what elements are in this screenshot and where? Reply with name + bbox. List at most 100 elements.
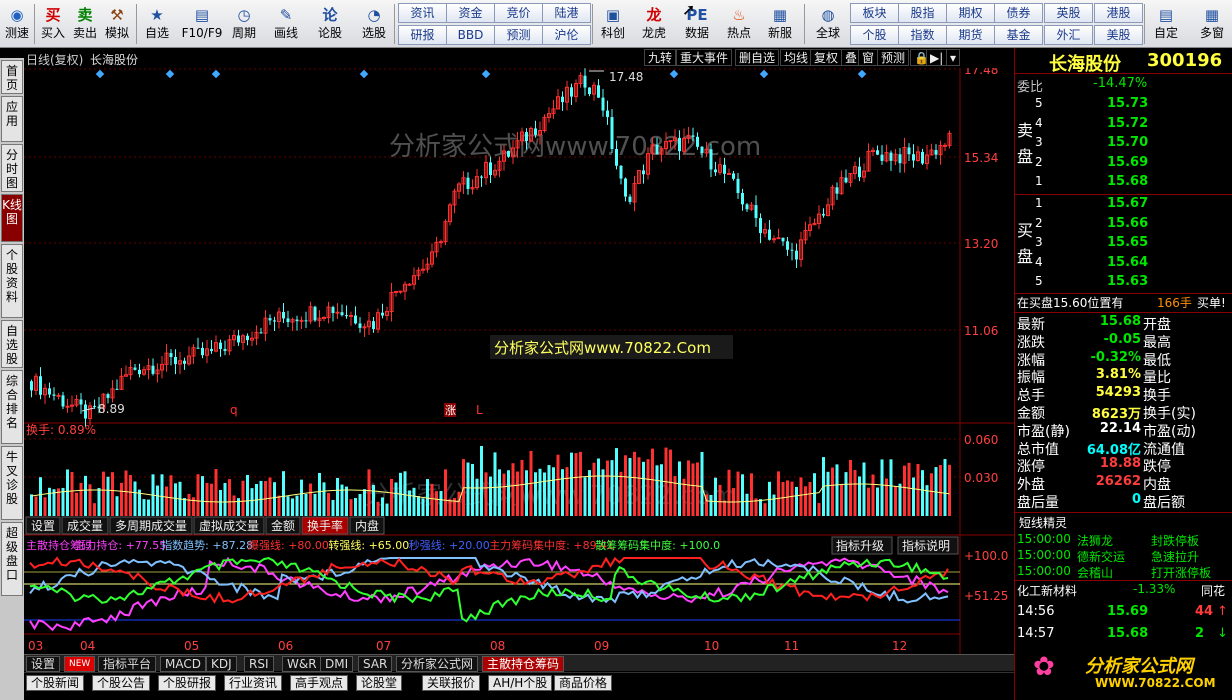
- short-elf-header[interactable]: 短线精灵: [1015, 512, 1232, 532]
- toolbar-button-16[interactable]: ▤ 自定: [1148, 2, 1184, 46]
- toolbar-button-17[interactable]: ▦ 多窗: [1194, 2, 1230, 46]
- candle-body-down: [745, 204, 749, 210]
- chart-header-button[interactable]: 重大事件: [676, 49, 733, 66]
- quick-button[interactable]: 英股: [1044, 3, 1093, 23]
- chart-header-button[interactable]: 复权: [810, 49, 843, 66]
- ask-row[interactable]: 3 15.70: [1015, 135, 1232, 154]
- volume-bar: [633, 451, 636, 516]
- left-tab[interactable]: 自选股: [1, 320, 23, 368]
- toolbar-button-10[interactable]: ▣ 科创: [596, 2, 630, 46]
- footer-tab[interactable]: 关联报价: [422, 675, 481, 691]
- quick-button[interactable]: 美股: [1094, 25, 1143, 45]
- quick-button[interactable]: 资讯: [398, 3, 447, 23]
- left-tab[interactable]: K线图: [1, 194, 23, 242]
- footer-tab[interactable]: 个股新闻: [26, 675, 85, 691]
- toolbar-button-15[interactable]: ◍ 全球: [808, 2, 848, 46]
- chart-header-button[interactable]: 删自选: [735, 49, 780, 66]
- toolbar-button-0[interactable]: ◉ 测速: [2, 2, 32, 46]
- bid-row[interactable]: 1 15.67: [1015, 196, 1232, 215]
- quick-button[interactable]: 板块: [850, 3, 899, 23]
- footer-tab[interactable]: AH/H个股: [488, 675, 553, 691]
- toolbar-button-7[interactable]: ✎ 画线: [268, 2, 304, 46]
- chart-header-button[interactable]: 均线: [780, 49, 813, 66]
- indicator-tab[interactable]: W&R: [282, 656, 322, 672]
- quick-button[interactable]: 指数: [898, 25, 947, 45]
- footer-tab[interactable]: 行业资讯: [224, 675, 283, 691]
- bid-row[interactable]: 4 15.64: [1015, 255, 1232, 274]
- toolbar-button-4[interactable]: ★ 自选: [140, 2, 174, 46]
- weibi-label: 委比: [1017, 80, 1044, 95]
- left-tab[interactable]: 应用: [1, 96, 23, 142]
- quote-stat-row: 涨幅 -0.32% 最低: [1015, 350, 1232, 369]
- candle-body-down: [115, 388, 119, 390]
- toolbar-button-1[interactable]: 买买入: [38, 2, 68, 46]
- volume-bar: [759, 499, 762, 516]
- quick-button[interactable]: 沪伦: [542, 25, 591, 45]
- quick-button[interactable]: 基金: [994, 25, 1043, 45]
- indicator-tab[interactable]: MACD: [160, 656, 206, 672]
- quick-button[interactable]: 港股: [1094, 3, 1143, 23]
- chart-header-button[interactable]: ▶|: [926, 49, 948, 66]
- left-tab[interactable]: 分时图: [1, 144, 23, 192]
- ask-row[interactable]: 1 15.68: [1015, 174, 1232, 193]
- quick-button[interactable]: 债券: [994, 3, 1043, 23]
- left-tab[interactable]: 牛叉诊股: [1, 446, 23, 520]
- quick-button[interactable]: BBD: [446, 25, 495, 45]
- indicator-tab[interactable]: DMI: [320, 656, 354, 672]
- candle-body-down: [93, 405, 96, 407]
- quick-button[interactable]: 外汇: [1044, 25, 1093, 45]
- left-tab[interactable]: 超级盘口: [1, 522, 23, 596]
- left-tab[interactable]: 首页: [1, 60, 23, 94]
- toolbar-button-13[interactable]: ♨ 热点: [722, 2, 756, 46]
- indicator-tab[interactable]: 指标平台: [98, 656, 157, 672]
- bid-row[interactable]: 2 15.66: [1015, 216, 1232, 235]
- toolbar-button-5[interactable]: ▤ F10/F9: [180, 2, 224, 46]
- volume-bar: [79, 482, 83, 516]
- chart-header-button[interactable]: 预测: [877, 49, 910, 66]
- chart-header-button[interactable]: ▾: [946, 49, 961, 66]
- footer-tab[interactable]: 商品价格: [554, 675, 613, 691]
- volume-bar: [790, 481, 794, 516]
- quick-button[interactable]: 研报: [398, 25, 447, 45]
- candle-body-up: [439, 241, 443, 244]
- footer-tab[interactable]: 高手观点: [290, 675, 349, 691]
- ask-row[interactable]: 2 15.69: [1015, 155, 1232, 174]
- quick-button[interactable]: 预测: [494, 25, 543, 45]
- indicator-tab[interactable]: KDJ: [206, 656, 237, 672]
- bid-row[interactable]: 3 15.65: [1015, 235, 1232, 254]
- quick-button[interactable]: 股指: [898, 3, 947, 23]
- toolbar-button-3[interactable]: ⚒ 模拟: [102, 2, 132, 46]
- quick-button[interactable]: 期权: [946, 3, 995, 23]
- toolbar-button-9[interactable]: ◔ 选股: [354, 2, 394, 46]
- chart-header-button[interactable]: 九转: [644, 49, 677, 66]
- toolbar-separator: [592, 4, 593, 44]
- toolbar-button-8[interactable]: 论论股: [312, 2, 348, 46]
- quick-button[interactable]: 资金: [446, 3, 495, 23]
- toolbar-button-11[interactable]: 龙龙虎: [636, 2, 672, 46]
- new-badge[interactable]: NEW: [64, 656, 96, 672]
- ask-row[interactable]: 4 15.72: [1015, 116, 1232, 135]
- quick-button[interactable]: 期货: [946, 25, 995, 45]
- chart-header-button[interactable]: 窗: [858, 49, 879, 66]
- footer-tab[interactable]: 个股研报: [158, 675, 217, 691]
- kline-chart-area[interactable]: 17.48 15.34 13.20 11.06 分析家公式网www.70822.com 分…: [24, 68, 1014, 672]
- indicator-tab[interactable]: 设置: [26, 656, 61, 672]
- indicator-tab[interactable]: SAR: [358, 656, 393, 672]
- toolbar-button-6[interactable]: ◷ 周期: [226, 2, 262, 46]
- indicator-tab[interactable]: 分析家公式网: [396, 656, 479, 672]
- toolbar-button-2[interactable]: 卖卖出: [70, 2, 100, 46]
- left-tab[interactable]: 个股资料: [1, 244, 23, 318]
- quick-button[interactable]: 陆港: [542, 3, 591, 23]
- indicator-tab[interactable]: RSI: [244, 656, 274, 672]
- footer-tab[interactable]: 论股堂: [356, 675, 403, 691]
- toolbar-button-14[interactable]: ▦ 新服: [762, 2, 798, 46]
- indicator-tab[interactable]: 主散持仓筹码: [482, 656, 565, 672]
- quick-button[interactable]: 个股: [850, 25, 899, 45]
- quick-button[interactable]: 竞价: [494, 3, 543, 23]
- ask-row[interactable]: 5 15.73: [1015, 96, 1232, 115]
- footer-tab[interactable]: 个股公告: [92, 675, 151, 691]
- left-tab[interactable]: 综合排名: [1, 370, 23, 444]
- sector-row[interactable]: 化工新材料 -1.33% 同花: [1015, 580, 1232, 600]
- bid-row[interactable]: 5 15.63: [1015, 274, 1232, 293]
- bid-price: 15.65: [1107, 235, 1149, 251]
